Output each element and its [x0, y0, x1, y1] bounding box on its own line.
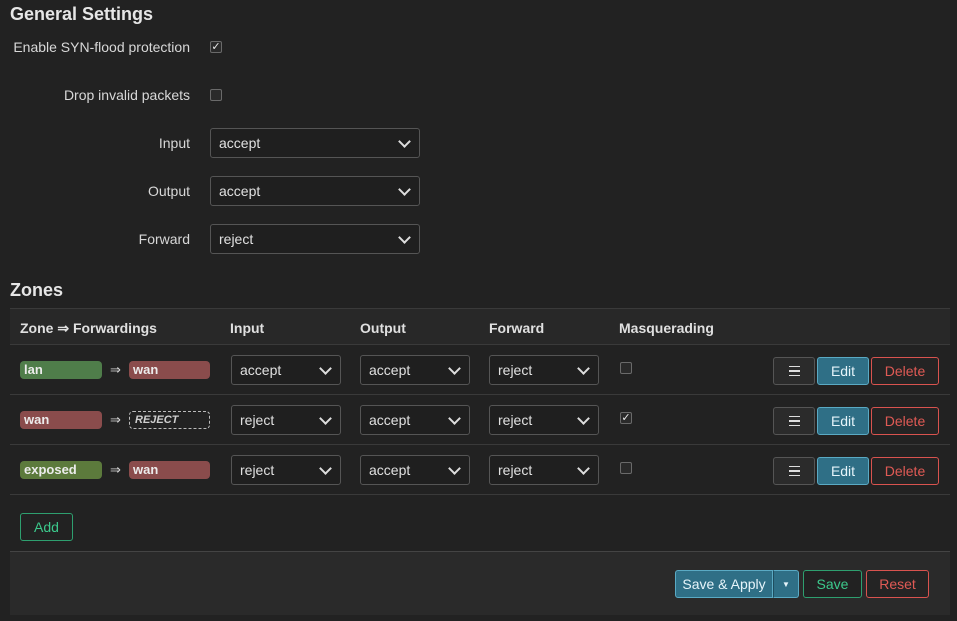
col-output: Output [360, 320, 406, 336]
zone-menu-button[interactable] [773, 407, 815, 435]
general-settings-title: General Settings [10, 4, 154, 24]
zone-row: wan ⇒ REJECT reject accept reject ✓ Edit… [10, 395, 950, 445]
forward-arrow: ⇒ [110, 362, 121, 377]
zone-forward-select-value: reject [498, 412, 533, 428]
check-icon: ✓ [211, 40, 221, 53]
forward-target-badge: wan [129, 461, 210, 479]
chevron-down-icon [577, 361, 590, 375]
zone-output-select[interactable]: accept [360, 405, 470, 435]
zone-name-badge: wan [20, 411, 102, 429]
col-input: Input [230, 320, 265, 336]
zone-input-select-value: reject [240, 412, 275, 428]
forward-policy-select[interactable]: reject [210, 224, 420, 254]
col-forward: Forward [489, 320, 545, 336]
zone-name-badge: lan [20, 361, 102, 379]
zone-output-select-value: accept [369, 362, 411, 378]
output-policy-label: Output [147, 183, 190, 199]
zone-edit-button[interactable]: Edit [817, 407, 869, 435]
drop-invalid-checkbox[interactable] [210, 89, 222, 101]
chevron-down-icon [398, 182, 411, 196]
zones-table-header: Zone ⇒ Forwardings Input Output Forward … [10, 308, 950, 345]
masquerading-checkbox[interactable] [620, 462, 632, 474]
forward-arrow: ⇒ [110, 462, 121, 477]
chevron-down-icon [448, 361, 461, 375]
save-button[interactable]: Save [803, 570, 862, 598]
zone-output-select-value: accept [369, 412, 411, 428]
chevron-down-icon [319, 411, 332, 425]
zone-delete-button[interactable]: Delete [871, 357, 939, 385]
zone-delete-button[interactable]: Delete [871, 457, 939, 485]
zone-menu-button[interactable] [773, 357, 815, 385]
chevron-down-icon [448, 461, 461, 475]
footer-actions: Save & Apply ▼ Save Reset [10, 551, 950, 615]
zone-forward-select[interactable]: reject [489, 455, 599, 485]
zone-forward-select-value: reject [498, 462, 533, 478]
input-policy-select[interactable]: accept [210, 128, 420, 158]
chevron-down-icon [319, 361, 332, 375]
chevron-down-icon [577, 411, 590, 425]
chevron-down-icon [577, 461, 590, 475]
zone-input-select[interactable]: reject [231, 455, 341, 485]
input-policy-label: Input [158, 135, 190, 151]
zone-edit-button[interactable]: Edit [817, 357, 869, 385]
reset-button[interactable]: Reset [866, 570, 929, 598]
zone-delete-button[interactable]: Delete [871, 407, 939, 435]
output-policy-value: accept [219, 183, 261, 199]
forward-target-badge: REJECT [129, 411, 210, 429]
zone-name-badge: exposed [20, 461, 102, 479]
zone-input-select[interactable]: accept [231, 355, 341, 385]
zone-forward-select[interactable]: reject [489, 355, 599, 385]
zone-output-select[interactable]: accept [360, 355, 470, 385]
zone-row: lan ⇒ wan accept accept reject Edit Dele… [10, 345, 950, 395]
save-apply-dropdown-button[interactable]: ▼ [773, 570, 799, 598]
zones-title: Zones [10, 280, 64, 300]
save-apply-button[interactable]: Save & Apply [675, 570, 773, 598]
zone-edit-button[interactable]: Edit [817, 457, 869, 485]
zone-menu-button[interactable] [773, 457, 815, 485]
zone-output-select-value: accept [369, 462, 411, 478]
zone-forward-select-value: reject [498, 362, 533, 378]
forward-target-badge: wan [129, 361, 210, 379]
zone-row: exposed ⇒ wan reject accept reject Edit … [10, 445, 950, 495]
hamburger-icon [788, 415, 800, 427]
col-masquerading: Masquerading [619, 320, 714, 336]
output-policy-select[interactable]: accept [210, 176, 420, 206]
zone-forward-select[interactable]: reject [489, 405, 599, 435]
chevron-down-icon [398, 230, 411, 244]
chevron-down-icon [448, 411, 461, 425]
chevron-down-icon [398, 134, 411, 148]
forward-policy-value: reject [219, 231, 254, 247]
syn-flood-label: Enable SYN-flood protection [13, 39, 190, 55]
caret-down-icon: ▼ [782, 579, 790, 589]
masquerading-checkbox[interactable]: ✓ [620, 412, 632, 424]
add-zone-button[interactable]: Add [20, 513, 73, 541]
forward-arrow: ⇒ [110, 412, 121, 427]
zone-input-select-value: accept [240, 362, 282, 378]
hamburger-icon [788, 365, 800, 377]
input-policy-value: accept [219, 135, 261, 151]
masquerading-checkbox[interactable] [620, 362, 632, 374]
zone-input-select-value: reject [240, 462, 275, 478]
zone-output-select[interactable]: accept [360, 455, 470, 485]
zone-input-select[interactable]: reject [231, 405, 341, 435]
check-icon: ✓ [621, 411, 631, 424]
syn-flood-checkbox[interactable]: ✓ [210, 41, 222, 53]
drop-invalid-label: Drop invalid packets [63, 87, 190, 103]
chevron-down-icon [319, 461, 332, 475]
forward-policy-label: Forward [138, 231, 190, 247]
hamburger-icon [788, 465, 800, 477]
col-zone-forwardings: Zone ⇒ Forwardings [20, 320, 157, 336]
